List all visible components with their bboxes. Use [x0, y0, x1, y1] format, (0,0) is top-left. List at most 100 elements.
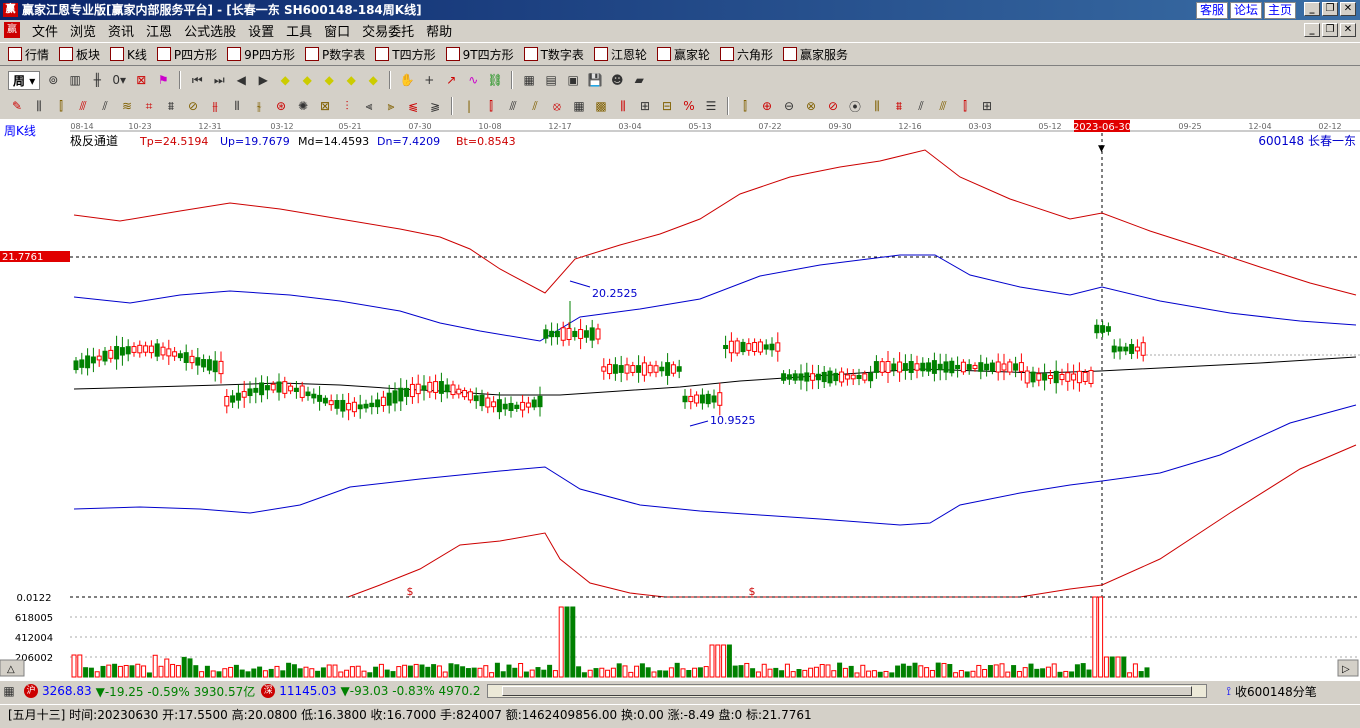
drawing-tool-icon[interactable]: ⊞: [978, 97, 996, 115]
drawing-tool-icon[interactable]: ⫷: [360, 97, 378, 115]
menu-logo-icon[interactable]: 赢: [4, 22, 20, 38]
kline-chart[interactable]: 08-14 10-23 12-31 03-12 05-21 07-30 10-08 12-17…: [0, 119, 1360, 681]
link-service[interactable]: 客服: [1195, 2, 1228, 19]
restore-button[interactable]: ❐: [1322, 2, 1338, 16]
drawing-tool-icon[interactable]: %: [680, 97, 698, 115]
drawing-tool-icon[interactable]: ✺: [294, 97, 312, 115]
prev-icon[interactable]: ◀: [232, 71, 250, 89]
menu-tools[interactable]: 工具: [280, 21, 318, 40]
minimize-button[interactable]: _: [1304, 2, 1320, 16]
drawing-tool-icon[interactable]: ⊛: [272, 97, 290, 115]
drawing-tool-icon[interactable]: ⫿: [52, 97, 70, 115]
drawing-tool-icon[interactable]: ⦿: [846, 97, 864, 115]
wave-icon[interactable]: ∿: [464, 71, 482, 89]
drawing-tool-icon[interactable]: ⫶: [338, 97, 356, 115]
menu-formula[interactable]: 公式选股: [178, 21, 242, 40]
drawing-tool-icon[interactable]: ⫽: [912, 97, 930, 115]
drawing-tool-icon[interactable]: ⊗: [802, 97, 820, 115]
link-icon[interactable]: ⛓: [486, 71, 504, 89]
child-close-button[interactable]: ✕: [1340, 23, 1356, 37]
drawing-tool-icon[interactable]: ⫿: [736, 97, 754, 115]
shift-left-icon[interactable]: ◆: [320, 71, 338, 89]
drawing-tool-icon[interactable]: ⊕: [758, 97, 776, 115]
next-icon[interactable]: ▶: [254, 71, 272, 89]
chart-area[interactable]: 08-14 10-23 12-31 03-12 05-21 07-30 10-08 12-17…: [0, 119, 1360, 681]
calendar-icon[interactable]: ▦: [520, 71, 538, 89]
drawing-tool-icon[interactable]: ⊘: [184, 97, 202, 115]
zero-icon[interactable]: 0▾: [110, 71, 128, 89]
menu-settings[interactable]: 设置: [242, 21, 280, 40]
drawing-tool-icon[interactable]: ⫿: [956, 97, 974, 115]
drawing-tool-icon[interactable]: ⫼: [614, 97, 632, 115]
drawing-tool-icon[interactable]: ⫸: [382, 97, 400, 115]
drawing-tool-icon[interactable]: ☰: [702, 97, 720, 115]
last-icon[interactable]: ⏭: [210, 71, 228, 89]
link-forum[interactable]: 论坛: [1229, 2, 1262, 19]
drawing-tool-icon[interactable]: ⫵: [206, 97, 224, 115]
drawing-tool-icon[interactable]: ▩: [592, 97, 610, 115]
horizontal-scrollbar[interactable]: [486, 684, 1207, 698]
shift-right-icon[interactable]: ◆: [342, 71, 360, 89]
toolbar-dollar-button[interactable]: 赢家服务: [782, 46, 848, 63]
toolbar-wheel-button[interactable]: 江恩轮: [593, 46, 647, 63]
menu-file[interactable]: 文件: [26, 21, 64, 40]
toolbar-pn-button[interactable]: P数字表: [305, 46, 365, 63]
tick-icon[interactable]: ⟟: [1227, 684, 1231, 699]
menu-gann[interactable]: 江恩: [140, 21, 178, 40]
drawing-tool-icon[interactable]: ⫹: [404, 97, 422, 115]
toolbar-wheel2-button[interactable]: 赢家轮: [656, 46, 710, 63]
drawing-tool-icon[interactable]: ⫻: [74, 97, 92, 115]
drawing-tool-icon[interactable]: ▦: [570, 97, 588, 115]
drawing-tool-icon[interactable]: ⫻: [504, 97, 522, 115]
calc-icon[interactable]: ▤: [542, 71, 560, 89]
scroll-thumb[interactable]: [501, 686, 1192, 696]
toolbar-ps-button[interactable]: P四方形: [156, 46, 217, 63]
crosshair-icon[interactable]: +: [420, 71, 438, 89]
sh-index[interactable]: 沪 3268.83 ▼-19.25 -0.59% 3930.57亿: [18, 683, 255, 700]
drawing-tool-icon[interactable]: ⊟: [658, 97, 676, 115]
toolbar-ts-button[interactable]: T四方形: [375, 46, 436, 63]
first-icon[interactable]: ⏮: [188, 71, 206, 89]
save-icon[interactable]: 💾: [586, 71, 604, 89]
drawing-tool-icon[interactable]: ⫽: [526, 97, 544, 115]
refresh-icon[interactable]: ⊚: [44, 71, 62, 89]
link-home[interactable]: 主页: [1263, 2, 1296, 19]
trend-icon[interactable]: ↗: [442, 71, 460, 89]
report-icon[interactable]: ▣: [564, 71, 582, 89]
close-button[interactable]: ✕: [1340, 2, 1356, 16]
child-minimize-button[interactable]: _: [1304, 23, 1320, 37]
menu-help[interactable]: 帮助: [420, 21, 458, 40]
toolbar-candle-button[interactable]: K线: [110, 46, 147, 63]
drawing-tool-icon[interactable]: ⊖: [780, 97, 798, 115]
drawing-tool-icon[interactable]: ⊞: [636, 97, 654, 115]
toolbar-hex-button[interactable]: 六角形: [719, 46, 773, 63]
candles-icon[interactable]: ╫: [88, 71, 106, 89]
drawing-tool-icon[interactable]: ⫺: [426, 97, 444, 115]
toolbar-grid-button[interactable]: 板块: [59, 46, 100, 63]
menu-info[interactable]: 资讯: [102, 21, 140, 40]
drawing-tool-icon[interactable]: ✎: [8, 97, 26, 115]
menu-browse[interactable]: 浏览: [64, 21, 102, 40]
menu-trade[interactable]: 交易委托: [356, 21, 420, 40]
drawing-tool-icon[interactable]: ⩩: [890, 97, 908, 115]
drawing-tool-icon[interactable]: ⫽: [96, 97, 114, 115]
toolbar-p9-button[interactable]: 9P四方形: [227, 46, 295, 63]
drawing-tool-icon[interactable]: ⫼: [30, 97, 48, 115]
drawing-tool-icon[interactable]: ⊠: [316, 97, 334, 115]
toolbar-t9-button[interactable]: 9T四方形: [445, 46, 514, 63]
drawing-tool-icon[interactable]: ⫿: [482, 97, 500, 115]
drawing-tool-icon[interactable]: ⫴: [228, 97, 246, 115]
drawing-tool-icon[interactable]: ⫼: [868, 97, 886, 115]
tick-detail-link[interactable]: 收600148分笔: [1235, 683, 1317, 700]
toolbar-table-button[interactable]: 行情: [8, 46, 49, 63]
people-icon[interactable]: ☻: [608, 71, 626, 89]
zoom-in-icon[interactable]: ◆: [276, 71, 294, 89]
truck-icon[interactable]: ▰: [630, 71, 648, 89]
menu-window[interactable]: 窗口: [318, 21, 356, 40]
drawing-tool-icon[interactable]: ⦻: [548, 97, 566, 115]
drawing-tool-icon[interactable]: ⊘: [824, 97, 842, 115]
drawing-tool-icon[interactable]: ⫻: [934, 97, 952, 115]
drawing-tool-icon[interactable]: ≋: [118, 97, 136, 115]
drawing-tool-icon[interactable]: ⌗: [140, 97, 158, 115]
expand-icon[interactable]: ◆: [364, 71, 382, 89]
